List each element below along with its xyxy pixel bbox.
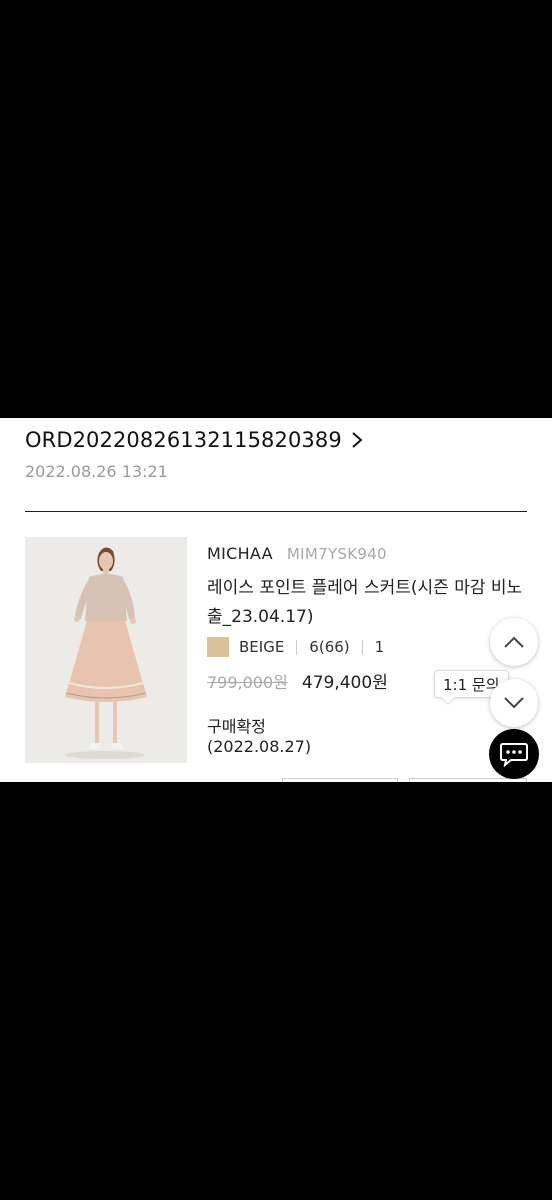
chevron-up-icon <box>504 636 524 648</box>
product-photo <box>25 537 187 763</box>
quantity: 1 <box>374 638 385 656</box>
option-separator <box>296 639 298 655</box>
option-separator <box>361 639 363 655</box>
order-number: ORD20220826132115820389 <box>25 428 342 452</box>
original-price: 799,000원 <box>207 672 288 692</box>
chat-bubble-icon <box>500 743 528 767</box>
product-image[interactable] <box>25 537 187 763</box>
price-row: 799,000원 479,400원 <box>207 668 388 694</box>
order-status: 구매확정 <box>207 717 266 736</box>
scroll-top-button[interactable] <box>490 618 538 666</box>
divider <box>25 511 527 512</box>
product-sku: MIM7YSK940 <box>286 545 387 563</box>
option-row: BEIGE 6(66) 1 <box>207 637 384 657</box>
product-name[interactable]: 레이스 포인트 플레어 스커트(시즌 마감 비노출_23.04.17) <box>207 574 537 632</box>
scroll-bottom-button[interactable] <box>490 679 538 727</box>
bottom-black-area <box>0 782 552 1200</box>
size: 6(66) <box>309 638 350 656</box>
color-swatch <box>207 637 229 657</box>
order-date: 2022.08.26 13:21 <box>25 462 168 481</box>
chevron-down-icon <box>504 697 524 709</box>
chat-button[interactable] <box>489 729 539 779</box>
brand-row: MICHAA MIM7YSK940 <box>207 544 387 563</box>
order-item-panel: ORD20220826132115820389 2022.08.26 13:21 <box>0 418 552 782</box>
top-black-area <box>0 0 552 418</box>
order-status-date: (2022.08.27) <box>207 737 312 756</box>
order-number-link[interactable]: ORD20220826132115820389 <box>25 428 364 452</box>
chevron-right-icon <box>352 432 363 448</box>
color-name: BEIGE <box>239 638 285 656</box>
brand-name[interactable]: MICHAA <box>207 544 273 563</box>
inquiry-tooltip-label: 1:1 문의 <box>443 676 500 694</box>
sale-price: 479,400원 <box>301 673 388 693</box>
